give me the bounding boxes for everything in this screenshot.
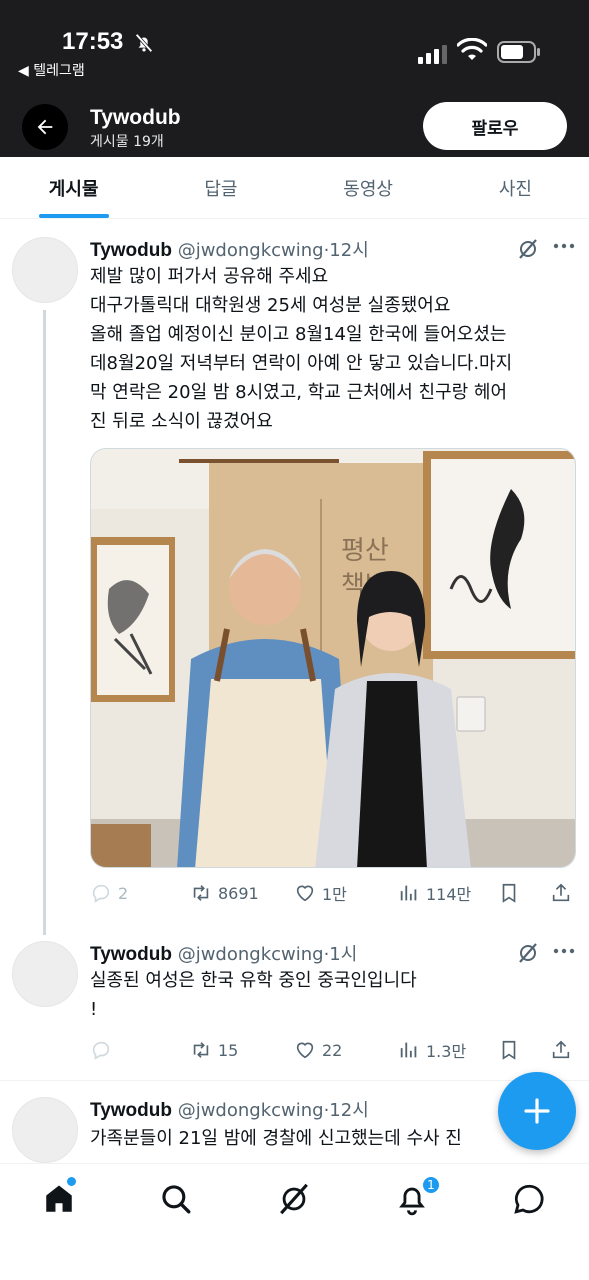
share-button[interactable] <box>550 878 578 908</box>
tweet-actions: 15 22 1.3만 <box>90 1035 580 1065</box>
tweet-header: Tywodub @jwdongkcwing·12시 <box>90 1096 369 1122</box>
avatar[interactable] <box>12 941 78 1007</box>
tweet-line: 진 뒤로 소식이 끊겼어요 <box>90 411 273 432</box>
heart-icon <box>296 885 314 902</box>
retweet-icon <box>193 885 209 901</box>
tweet-line: 실종된 여성은 한국 유학 중인 중국인입니다 <box>90 970 417 991</box>
avatar[interactable] <box>12 1097 78 1163</box>
tweet-line: 막 연락은 20일 밤 8시였고, 학교 근처에서 친구랑 헤어 <box>90 382 508 403</box>
tweet-header: Tywodub @jwdongkcwing·1시 <box>90 940 357 966</box>
reply-icon <box>92 1041 110 1060</box>
tweet-author-name[interactable]: Tywodub <box>90 240 172 261</box>
like-count: 22 <box>322 1040 343 1060</box>
retweet-count: 8691 <box>218 883 259 903</box>
tweet-author-handle[interactable]: @jwdongkcwing <box>178 1100 324 1121</box>
retweet-icon <box>193 1042 209 1058</box>
tweet-line: 대구가톨릭대 대학원생 25세 여성분 실종됐어요 <box>90 295 451 316</box>
views-button[interactable]: 1.3만 <box>398 1035 466 1065</box>
svg-text:평산: 평산 <box>341 536 389 566</box>
more-options-icon[interactable] <box>553 948 575 954</box>
reply-icon <box>92 884 110 903</box>
tweet-divider <box>0 1080 589 1081</box>
retweet-count: 15 <box>218 1040 239 1060</box>
bookmark-icon <box>502 883 516 903</box>
cellular-signal-icon <box>418 45 447 64</box>
bookmark-icon <box>502 1040 516 1060</box>
views-chart-icon <box>400 885 417 901</box>
photo-illustration: 평산 책방 <box>91 449 575 867</box>
tab-photos[interactable]: 사진 <box>442 157 589 218</box>
tab-posts[interactable]: 게시물 <box>0 157 147 218</box>
messages-icon[interactable] <box>512 1182 546 1216</box>
share-icon <box>552 883 570 902</box>
tab-replies[interactable]: 답글 <box>147 157 294 218</box>
heart-icon <box>296 1042 314 1059</box>
share-icon <box>552 1040 570 1059</box>
tweet-line: ! <box>90 999 98 1020</box>
tweet-line: 올해 졸업 예정이신 분이고 8월14일 한국에 들어오셨는 <box>90 324 507 345</box>
tweet-time: ·12시 <box>323 1100 369 1121</box>
retweet-button[interactable]: 15 <box>190 1035 238 1065</box>
home-unread-dot <box>67 1177 76 1186</box>
battery-icon <box>497 41 540 63</box>
like-button[interactable]: 22 <box>294 1035 342 1065</box>
retweet-button[interactable]: 8691 <box>190 878 259 908</box>
profile-header: 17:53 ◀ 텔레그램 Tywodub 게시물 19개 팔로우 <box>0 0 589 157</box>
reply-button[interactable] <box>90 1035 118 1065</box>
tweet-line: 제발 많이 퍼가서 공유해 주세요 <box>90 266 329 287</box>
tweet-text: 실종된 여성은 한국 유학 중인 중국인입니다 ! <box>90 966 580 1024</box>
view-count: 114만 <box>426 885 472 904</box>
avatar[interactable] <box>12 237 78 303</box>
grok-icon[interactable] <box>277 1182 311 1216</box>
tab-videos[interactable]: 동영상 <box>295 157 442 218</box>
profile-name: Tywodub <box>90 106 181 129</box>
tweet-author-name[interactable]: Tywodub <box>90 944 172 965</box>
reply-count: 2 <box>118 883 129 903</box>
back-button[interactable] <box>22 104 68 150</box>
like-count: 1만 <box>322 885 347 904</box>
share-button[interactable] <box>550 1035 578 1065</box>
back-to-app-link[interactable]: ◀ 텔레그램 <box>18 60 85 80</box>
follow-button[interactable]: 팔로우 <box>423 102 567 150</box>
tweet-author-handle[interactable]: @jwdongkcwing <box>178 240 324 261</box>
tweet-time: ·12시 <box>323 240 369 261</box>
bell-off-icon <box>135 33 153 53</box>
like-button[interactable]: 1만 <box>294 878 347 908</box>
tweet-text: 제발 많이 퍼가서 공유해 주세요 대구가톨릭대 대학원생 25세 여성분 실종… <box>90 262 580 436</box>
tweet-time: ·1시 <box>323 944 358 965</box>
thread-line <box>43 310 46 935</box>
tweet-header: Tywodub @jwdongkcwing·12시 <box>90 236 369 262</box>
home-icon[interactable] <box>42 1182 76 1216</box>
tweet-photo[interactable]: 평산 책방 <box>90 448 576 868</box>
wifi-icon <box>457 38 487 60</box>
profile-tabs: 게시물 답글 동영상 사진 <box>0 157 589 219</box>
compose-button[interactable] <box>498 1072 576 1150</box>
tweet-author-handle[interactable]: @jwdongkcwing <box>178 944 324 965</box>
notification-badge: 1 <box>421 1175 441 1195</box>
more-options-icon[interactable] <box>553 243 575 249</box>
arrow-left-icon <box>37 119 53 135</box>
grok-icon[interactable] <box>516 941 540 965</box>
grok-icon[interactable] <box>516 237 540 261</box>
search-icon[interactable] <box>159 1182 193 1216</box>
tweet-actions: 2 8691 1만 114만 <box>90 878 580 908</box>
view-count: 1.3만 <box>426 1042 467 1061</box>
reply-button[interactable]: 2 <box>90 878 128 908</box>
views-chart-icon <box>400 1042 417 1058</box>
views-button[interactable]: 114만 <box>398 878 471 908</box>
bottom-navigation <box>0 1163 589 1280</box>
bookmark-button[interactable] <box>498 1035 526 1065</box>
post-count: 게시물 19개 <box>90 134 164 150</box>
status-time: 17:53 <box>62 28 124 55</box>
bookmark-button[interactable] <box>498 878 526 908</box>
tweet-author-name[interactable]: Tywodub <box>90 1100 172 1121</box>
tweet-line: 데8월20일 저녁부터 연락이 아예 안 닿고 있습니다.마지 <box>90 353 513 374</box>
plus-icon <box>524 1098 550 1124</box>
